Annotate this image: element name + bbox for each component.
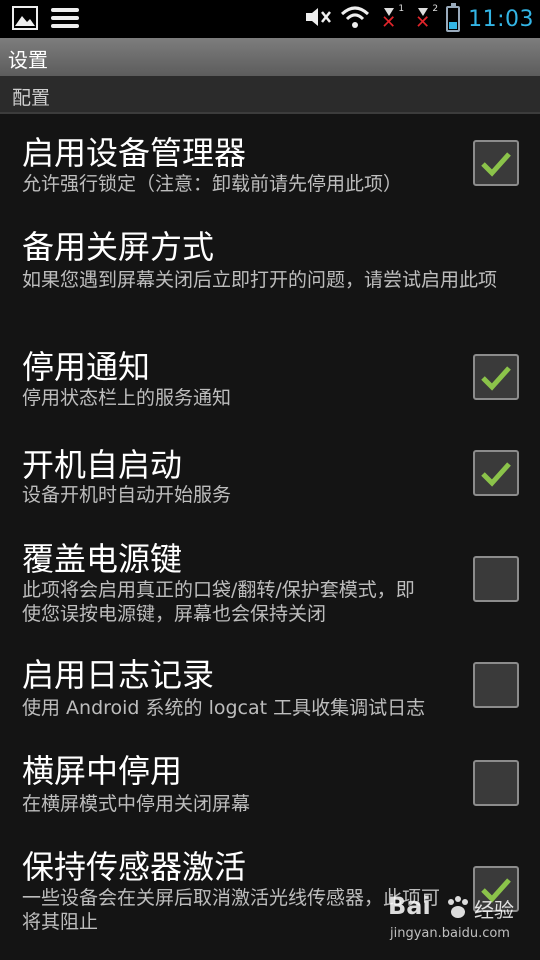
- watermark-url: jingyan.baidu.com: [390, 926, 510, 941]
- status-bar: 1 ✕ 2 ✕ 11:03: [0, 0, 540, 38]
- no-signal-icon: 2 ✕: [415, 4, 439, 33]
- pref-title: 启用日志记录: [22, 656, 215, 694]
- status-time: 11:03: [468, 6, 534, 32]
- section-header: 配置: [0, 76, 540, 114]
- checkbox[interactable]: [473, 354, 519, 400]
- no-signal-icon: 1 ✕: [381, 4, 405, 33]
- pref-auto-start[interactable]: 开机自启动 设备开机时自动开始服务: [0, 428, 540, 524]
- pref-summary: 此项将会启用真正的口袋/翻转/保护套模式，即使您误按电源键，屏幕也会保持关闭: [22, 579, 415, 625]
- battery-icon: [446, 3, 461, 32]
- watermark: Bai 经验 jingyan.baidu.com: [386, 888, 536, 952]
- checkbox[interactable]: [473, 556, 519, 602]
- pref-title: 覆盖电源键: [22, 540, 183, 578]
- watermark-brand: Bai: [388, 892, 431, 920]
- image-icon: [12, 6, 38, 34]
- pref-summary: 允许强行锁定（注意：卸载前请先停用此项）: [22, 173, 403, 195]
- pref-title: 备用关屏方式: [22, 228, 215, 266]
- wifi-icon: [340, 5, 370, 33]
- pref-title: 横屏中停用: [22, 752, 183, 790]
- pref-summary: 停用状态栏上的服务通知: [22, 387, 232, 409]
- checkmark-icon: [481, 462, 511, 487]
- pref-title: 开机自启动: [22, 446, 183, 484]
- pref-summary: 设备开机时自动开始服务: [22, 484, 232, 506]
- menu-icon[interactable]: [50, 6, 80, 34]
- pref-summary: 在横屏模式中停用关闭屏幕: [22, 793, 251, 815]
- pref-title: 启用设备管理器: [22, 134, 247, 172]
- pref-override-power-key[interactable]: 覆盖电源键 此项将会启用真正的口袋/翻转/保护套模式，即使您误按电源键，屏幕也会…: [0, 526, 540, 640]
- checkmark-icon: [481, 152, 511, 177]
- sim2-label: 2: [432, 4, 439, 14]
- pref-alt-screen-off[interactable]: 备用关屏方式 如果您遇到屏幕关闭后立即打开的问题，请尝试启用此项: [0, 210, 540, 328]
- checkbox[interactable]: [473, 450, 519, 496]
- checkbox[interactable]: [473, 662, 519, 708]
- paw-icon: [448, 896, 468, 918]
- pref-summary: 使用 Android 系统的 logcat 工具收集调试日志: [22, 697, 426, 719]
- checkmark-icon: [481, 366, 511, 391]
- title-bar: 设置: [0, 38, 540, 76]
- watermark-brand-cn: 经验: [474, 898, 514, 922]
- checkbox[interactable]: [473, 760, 519, 806]
- checkbox[interactable]: [473, 140, 519, 186]
- pref-title: 保持传感器激活: [22, 848, 247, 886]
- pref-title: 停用通知: [22, 348, 151, 386]
- section-header-label: 配置: [12, 87, 51, 109]
- pref-device-admin[interactable]: 启用设备管理器 允许强行锁定（注意：卸载前请先停用此项）: [0, 114, 540, 208]
- pref-summary: 如果您遇到屏幕关闭后立即打开的问题，请尝试启用此项: [22, 269, 498, 291]
- mute-icon: [304, 5, 332, 33]
- pref-disable-landscape[interactable]: 横屏中停用 在横屏模式中停用关闭屏幕: [0, 740, 540, 836]
- sim1-label: 1: [398, 4, 405, 14]
- pref-disable-notification[interactable]: 停用通知 停用状态栏上的服务通知: [0, 330, 540, 426]
- pref-enable-logging[interactable]: 启用日志记录 使用 Android 系统的 logcat 工具收集调试日志: [0, 642, 540, 738]
- page-title: 设置: [8, 48, 48, 72]
